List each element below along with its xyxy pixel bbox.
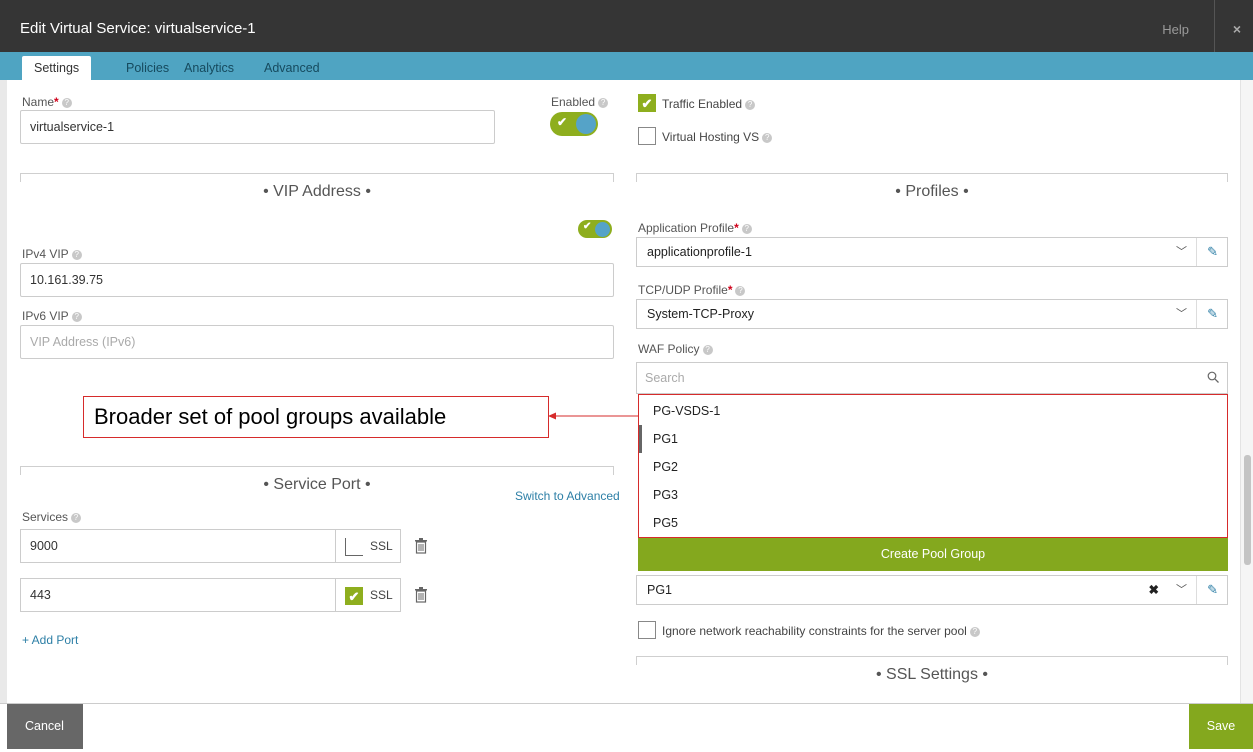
ssl-checkbox[interactable]: [345, 538, 363, 556]
pool-group-option[interactable]: PG5: [639, 509, 1227, 537]
required-marker: *: [734, 221, 739, 235]
port-input[interactable]: 9000: [20, 529, 336, 563]
pool-group-option[interactable]: PG-VSDS-1: [639, 397, 1227, 425]
virtual-hosting-label: Virtual Hosting VS?: [662, 130, 773, 144]
ipv4-input[interactable]: 10.161.39.75: [20, 263, 614, 297]
window-title: Edit Virtual Service: virtualservice-1: [20, 20, 256, 37]
name-input[interactable]: virtualservice-1: [20, 110, 495, 144]
profiles-section: • Profiles •: [636, 173, 1228, 203]
title-divider: [1214, 0, 1215, 58]
check-icon: ✔: [557, 115, 568, 129]
ssl-label: SSL: [370, 588, 393, 602]
trash-icon[interactable]: [414, 538, 428, 554]
ignore-constraints-checkbox[interactable]: [638, 621, 656, 639]
switch-to-advanced-link[interactable]: Switch to Advanced: [515, 489, 620, 503]
chevron-down-icon[interactable]: ﹀: [1176, 238, 1187, 266]
cancel-button[interactable]: Cancel: [7, 704, 83, 749]
ssl-label: SSL: [370, 539, 393, 553]
help-icon[interactable]: ?: [735, 285, 746, 296]
enabled-toggle[interactable]: ✔: [550, 112, 598, 136]
title-bar: Edit Virtual Service: virtualservice-1 H…: [0, 0, 1253, 58]
pool-group-option[interactable]: PG3: [639, 481, 1227, 509]
pool-group-option[interactable]: PG2: [639, 453, 1227, 481]
vip-toggle[interactable]: ✔: [578, 220, 612, 238]
edit-pencil-icon[interactable]: ✎: [1207, 300, 1218, 328]
help-icon[interactable]: ?: [71, 311, 82, 322]
tcp-udp-profile-select[interactable]: System-TCP-Proxy ﹀ ✎: [636, 299, 1228, 329]
name-label: Name*?: [22, 95, 72, 109]
port-input[interactable]: 443: [20, 578, 336, 612]
help-icon[interactable]: ?: [745, 99, 756, 110]
ssl-checkbox[interactable]: ✔: [345, 587, 363, 605]
save-button[interactable]: Save: [1189, 704, 1253, 749]
toggle-knob: [595, 221, 610, 237]
help-icon[interactable]: ?: [71, 512, 82, 523]
check-icon: ✔: [583, 221, 592, 232]
footer-bar: Cancel Save: [0, 703, 1253, 752]
application-profile-select[interactable]: applicationprofile-1 ﹀ ✎: [636, 237, 1228, 267]
ssl-toggle-box: SSL: [335, 529, 401, 563]
annotation-callout: Broader set of pool groups available: [83, 396, 549, 438]
pool-group-options: PG-VSDS-1 PG1 PG2 PG3 PG5: [638, 394, 1228, 538]
tab-settings[interactable]: Settings: [22, 56, 92, 80]
pool-group-select[interactable]: PG1 ✖ ﹀ ✎: [636, 575, 1228, 605]
tab-analytics[interactable]: Analytics: [172, 58, 246, 80]
left-frame: [0, 80, 7, 703]
enabled-label: Enabled?: [551, 95, 609, 109]
required-marker: *: [54, 95, 59, 109]
help-icon[interactable]: ?: [762, 132, 773, 143]
chevron-down-icon[interactable]: ﹀: [1176, 576, 1187, 604]
toggle-knob: [576, 114, 596, 134]
help-icon[interactable]: ?: [598, 97, 609, 108]
close-icon[interactable]: ×: [1233, 21, 1241, 37]
ipv4-label: IPv4 VIP?: [22, 247, 82, 261]
help-icon[interactable]: ?: [702, 344, 713, 355]
select-divider: [1196, 576, 1197, 604]
help-icon[interactable]: ?: [969, 626, 980, 637]
select-divider: [1196, 300, 1197, 328]
services-label: Services?: [22, 510, 82, 524]
scrollbar-thumb[interactable]: [1244, 455, 1251, 565]
tab-bar: Settings Policies Analytics Advanced: [0, 52, 1253, 80]
callout-arrow: [548, 412, 640, 420]
vip-address-section: • VIP Address •: [20, 173, 614, 203]
help-icon[interactable]: ?: [61, 97, 72, 108]
clear-icon[interactable]: ✖: [1149, 576, 1159, 604]
help-link[interactable]: Help: [1162, 22, 1189, 37]
ssl-toggle-box: ✔ SSL: [335, 578, 401, 612]
edit-pencil-icon[interactable]: ✎: [1207, 238, 1218, 266]
tab-advanced[interactable]: Advanced: [252, 58, 332, 80]
add-port-link[interactable]: + Add Port: [22, 633, 78, 647]
create-pool-group-button[interactable]: Create Pool Group: [638, 538, 1228, 571]
ignore-constraints-label: Ignore network reachability constraints …: [662, 624, 980, 638]
pool-group-search-input[interactable]: Search: [636, 362, 1228, 394]
edit-pencil-icon[interactable]: ✎: [1207, 576, 1218, 604]
tcp-udp-profile-label: TCP/UDP Profile*?: [638, 283, 746, 297]
ssl-settings-section: • SSL Settings •: [636, 656, 1228, 686]
pool-group-option[interactable]: PG1: [639, 425, 1227, 453]
select-divider: [1196, 238, 1197, 266]
scrollbar[interactable]: [1240, 80, 1253, 703]
chevron-down-icon[interactable]: ﹀: [1176, 300, 1187, 328]
application-profile-label: Application Profile*?: [638, 221, 752, 235]
traffic-enabled-checkbox[interactable]: ✔: [638, 94, 656, 112]
traffic-enabled-label: Traffic Enabled?: [662, 97, 756, 111]
ipv6-input[interactable]: VIP Address (IPv6): [20, 325, 614, 359]
required-marker: *: [727, 283, 733, 297]
ipv6-label: IPv6 VIP?: [22, 309, 82, 323]
trash-icon[interactable]: [414, 587, 428, 603]
help-icon[interactable]: ?: [741, 223, 752, 234]
help-icon[interactable]: ?: [71, 249, 82, 260]
search-icon: [1207, 371, 1219, 383]
virtual-hosting-checkbox[interactable]: [638, 127, 656, 145]
waf-policy-label: WAF Policy?: [638, 342, 713, 356]
